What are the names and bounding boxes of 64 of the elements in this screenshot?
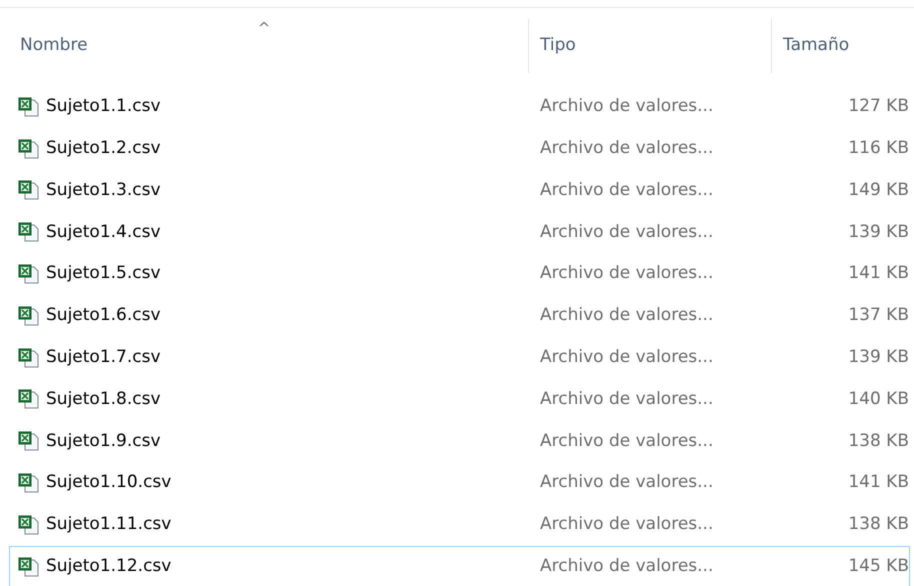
spreadsheet-file-icon	[18, 96, 40, 117]
file-size: 145 KB	[847, 554, 909, 578]
file-size: 139 KB	[847, 220, 909, 244]
column-header[interactable]: Nombre ^	[0, 19, 528, 73]
file-row[interactable]: Sujeto1.11.csv Archivo de valores... 138 KB	[9, 504, 910, 546]
file-row[interactable]: Sujeto1.1.csv Archivo de valores... 127 KB	[9, 86, 910, 128]
file-name: Sujeto1.10.csv	[46, 471, 172, 494]
file-size: 149 KB	[847, 178, 909, 202]
file-type: Archivo de valores...	[539, 471, 714, 494]
file-name: Sujeto1.6.csv	[46, 304, 161, 328]
file-name: Sujeto1.8.csv	[46, 388, 161, 411]
file-name: Sujeto1.4.csv	[46, 220, 161, 244]
file-row[interactable]: Sujeto1.6.csv Archivo de valores... 137 KB	[9, 294, 910, 337]
file-type: Archivo de valores...	[539, 220, 714, 244]
file-name: Sujeto1.12.csv	[46, 554, 172, 578]
file-size: 141 KB	[847, 471, 909, 494]
file-row[interactable]: Sujeto1.9.csv Archivo de valores... 138 KB	[9, 420, 910, 462]
file-name: Sujeto1.11.csv	[46, 513, 172, 536]
spreadsheet-file-icon	[18, 222, 40, 242]
file-name: Sujeto1.1.csv	[46, 95, 161, 118]
file-type: Archivo de valores...	[539, 554, 714, 578]
file-name: Sujeto1.7.csv	[46, 346, 161, 369]
spreadsheet-file-icon	[18, 389, 40, 410]
file-type: Archivo de valores...	[539, 262, 714, 286]
spreadsheet-file-icon	[18, 348, 40, 368]
file-size: 138 KB	[847, 513, 909, 536]
file-row[interactable]: Sujeto1.2.csv Archivo de valores... 116 KB	[9, 128, 910, 170]
file-type: Archivo de valores...	[539, 304, 714, 328]
file-type: Archivo de valores...	[539, 95, 714, 118]
file-row[interactable]: Sujeto1.12.csv Archivo de valores... 145 KB	[9, 546, 910, 586]
file-name: Sujeto1.2.csv	[46, 136, 161, 160]
spreadsheet-file-icon	[18, 431, 40, 452]
file-size: 141 KB	[847, 262, 909, 286]
file-type: Archivo de valores...	[539, 136, 714, 160]
spreadsheet-file-icon	[18, 306, 40, 326]
spreadsheet-file-icon	[18, 264, 40, 284]
file-size: 127 KB	[847, 95, 909, 118]
file-size: 116 KB	[847, 136, 909, 160]
file-name: Sujeto1.9.csv	[46, 430, 161, 453]
spreadsheet-file-icon	[18, 473, 40, 494]
file-type: Archivo de valores...	[539, 178, 714, 202]
file-type: Archivo de valores...	[539, 388, 714, 411]
spreadsheet-file-icon	[18, 138, 40, 159]
file-name: Sujeto1.3.csv	[46, 178, 161, 202]
file-row[interactable]: Sujeto1.8.csv Archivo de valores... 140 KB	[9, 378, 910, 420]
file-type: Archivo de valores...	[539, 430, 714, 453]
file-row[interactable]: Sujeto1.5.csv Archivo de valores... 141 KB	[9, 253, 910, 295]
file-size: 137 KB	[847, 304, 909, 328]
file-row[interactable]: Sujeto1.7.csv Archivo de valores... 139 KB	[9, 336, 910, 379]
file-size: 139 KB	[847, 346, 909, 369]
sort-ascending-icon: ^	[258, 21, 270, 36]
file-type: Archivo de valores...	[539, 346, 714, 369]
column-header[interactable]: Tamaño	[771, 19, 914, 73]
file-type: Archivo de valores...	[539, 513, 714, 536]
spreadsheet-file-icon	[18, 180, 40, 200]
file-size: 138 KB	[847, 430, 909, 453]
column-header[interactable]: Tipo	[528, 19, 771, 73]
file-row[interactable]: Sujeto1.10.csv Archivo de valores... 141 KB	[9, 462, 910, 504]
spreadsheet-file-icon	[18, 514, 40, 535]
file-name: Sujeto1.5.csv	[46, 262, 161, 286]
file-size: 140 KB	[847, 388, 909, 411]
spreadsheet-file-icon	[18, 556, 40, 577]
file-row[interactable]: Sujeto1.3.csv Archivo de valores... 149 KB	[9, 170, 910, 212]
file-row[interactable]: Sujeto1.4.csv Archivo de valores... 139 KB	[9, 211, 910, 254]
